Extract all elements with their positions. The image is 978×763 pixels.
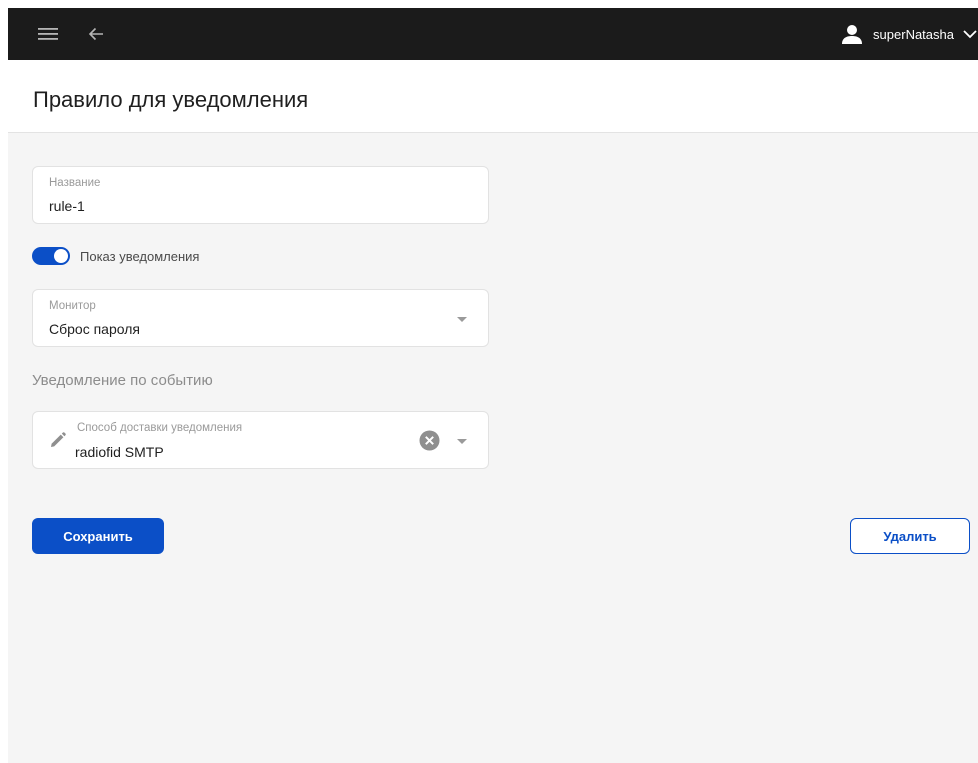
pencil-icon — [51, 432, 66, 447]
hamburger-menu-icon[interactable] — [38, 25, 58, 43]
page-title: Правило для уведомления — [33, 87, 309, 112]
dropdown-arrow-icon[interactable] — [457, 317, 467, 322]
monitor-select-value: Сброс пароля — [49, 321, 140, 337]
username: superNatasha — [873, 26, 954, 42]
name-field[interactable]: Название rule-1 — [32, 166, 489, 224]
clear-icon[interactable] — [419, 430, 440, 451]
chevron-down-icon — [963, 30, 977, 39]
dropdown-arrow-icon[interactable] — [457, 439, 467, 444]
delivery-method-label: Способ доставки уведомления — [77, 422, 243, 434]
monitor-select-label: Монитор — [49, 300, 96, 312]
app-window: superNatasha Правило для уведомления Наз… — [8, 8, 978, 763]
user-avatar-icon — [842, 25, 863, 44]
show-notification-row: Показ уведомления — [32, 246, 199, 266]
monitor-select[interactable]: Монитор Сброс пароля — [32, 289, 489, 347]
arrow-left-icon[interactable] — [86, 24, 106, 44]
show-notification-toggle[interactable] — [32, 247, 70, 265]
page-header: Правило для уведомления — [8, 60, 978, 133]
event-notification-heading: Уведомление по событию — [32, 372, 213, 389]
delivery-method-value: radiofid SMTP — [75, 444, 164, 460]
name-field-label: Название — [49, 177, 101, 189]
top-bar: superNatasha — [8, 8, 978, 60]
name-field-value[interactable]: rule-1 — [49, 198, 85, 214]
toggle-knob — [54, 249, 68, 263]
user-menu[interactable]: superNatasha — [841, 8, 978, 60]
save-button[interactable]: Сохранить — [32, 518, 164, 554]
show-notification-label: Показ уведомления — [80, 248, 200, 264]
delete-button[interactable]: Удалить — [850, 518, 970, 554]
delivery-method-select[interactable]: Способ доставки уведомления radiofid SMT… — [32, 411, 489, 469]
